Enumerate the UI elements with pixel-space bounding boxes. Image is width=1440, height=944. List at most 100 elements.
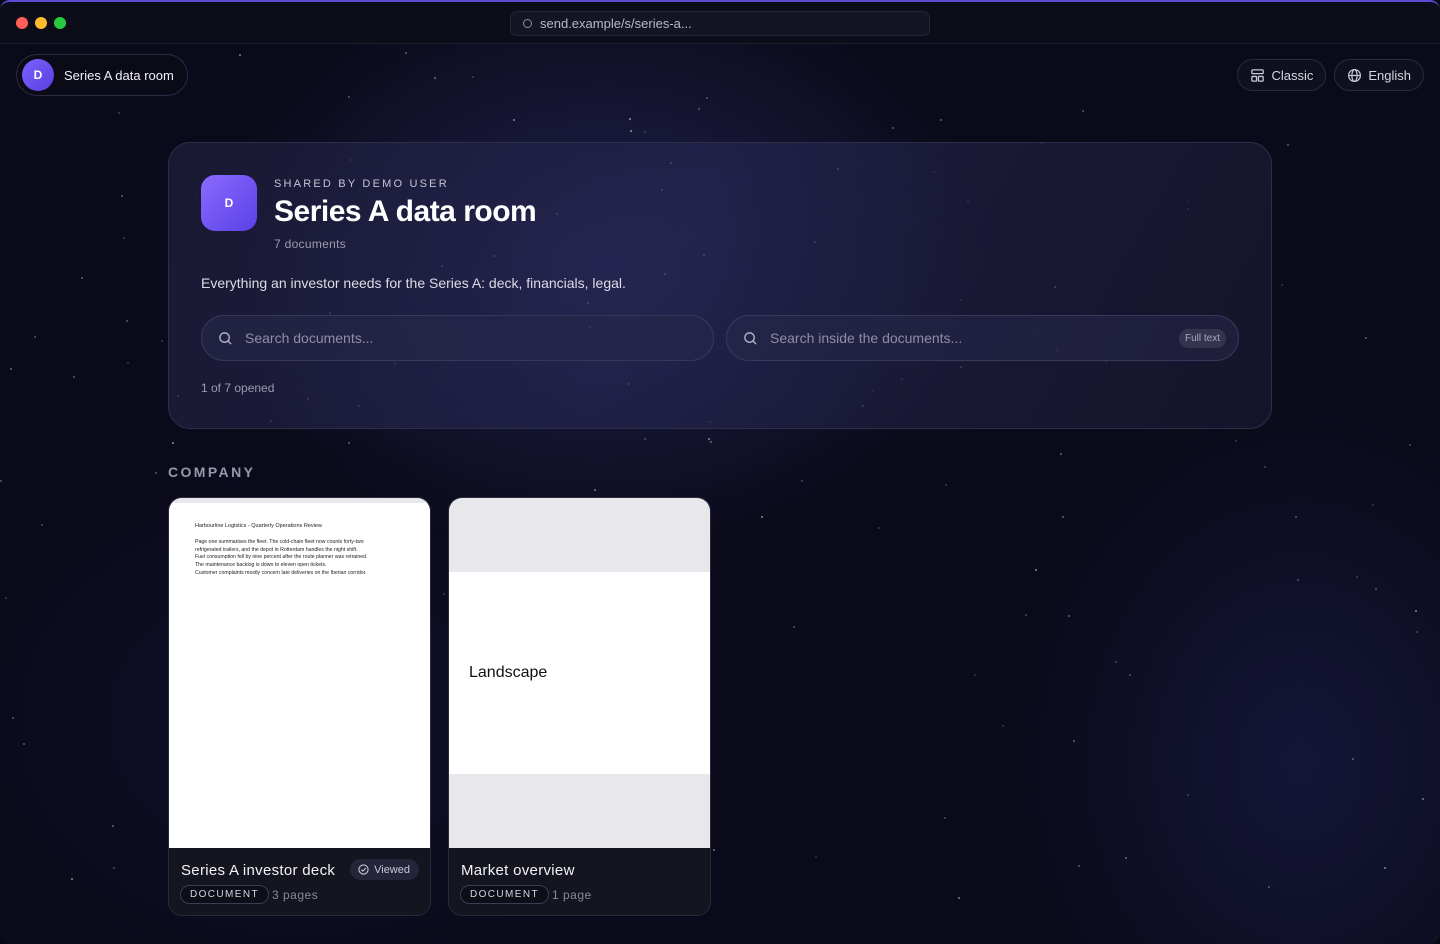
minimize-window-button[interactable] <box>35 17 47 29</box>
star <box>472 76 474 78</box>
star <box>1356 576 1358 578</box>
star <box>945 484 947 486</box>
language-label: English <box>1368 67 1411 83</box>
preview-text: Landscape <box>469 664 548 681</box>
star <box>123 237 125 239</box>
opened-status: 1 of 7 opened <box>201 381 275 395</box>
room-description: Everything an investor needs for the Ser… <box>201 275 626 291</box>
document-count: 7 documents <box>274 237 347 251</box>
star <box>1060 453 1062 455</box>
full-text-search-input[interactable]: Search inside the documents... Full text <box>726 315 1239 361</box>
globe-icon <box>1348 68 1362 82</box>
site-info-icon <box>523 19 532 28</box>
star <box>1235 440 1237 442</box>
document-card[interactable]: Harbourline Logistics - Quarterly Operat… <box>168 497 431 916</box>
check-circle-icon <box>358 864 369 875</box>
star <box>1082 110 1084 112</box>
layout-icon <box>1251 68 1265 82</box>
star <box>815 856 817 858</box>
star <box>1409 444 1411 446</box>
star <box>708 438 710 440</box>
star <box>23 743 25 745</box>
star <box>239 54 241 56</box>
star <box>126 320 128 322</box>
close-window-button[interactable] <box>16 17 28 29</box>
star <box>1129 674 1131 676</box>
star <box>1268 886 1270 888</box>
title-bar: send.example/s/series-a... <box>0 2 1440 44</box>
document-card-footer: Market overview DOCUMENT 1 page <box>449 848 710 915</box>
star <box>127 362 129 364</box>
star <box>513 119 515 121</box>
document-preview: Harbourline Logistics - Quarterly Operat… <box>169 498 430 848</box>
search-placeholder: Search documents... <box>245 330 374 346</box>
star <box>1035 569 1037 571</box>
preview-line: Fuel consumption fell by nine percent af… <box>195 554 368 561</box>
star <box>1297 579 1299 581</box>
data-room-header-card: D SHARED BY DEMO USER Series A data room… <box>168 142 1272 429</box>
star <box>793 626 795 628</box>
star <box>1002 725 1004 727</box>
top-actions: Classic English <box>1237 59 1424 91</box>
star <box>113 867 115 869</box>
star <box>1287 144 1289 146</box>
star <box>1187 794 1189 796</box>
language-selector[interactable]: English <box>1334 59 1424 91</box>
document-card-footer: Series A investor deck Viewed DOCUMENT 3… <box>169 848 430 915</box>
star <box>892 127 894 129</box>
star <box>443 593 445 595</box>
full-text-badge: Full text <box>1178 329 1226 348</box>
star <box>878 527 880 529</box>
star <box>41 524 43 526</box>
classic-view-button[interactable]: Classic <box>1237 59 1327 91</box>
preview-page: Harbourline Logistics - Quarterly Operat… <box>195 523 395 578</box>
preview-line: Page one summarises the fleet. The cold-… <box>195 539 364 545</box>
star <box>974 674 976 676</box>
address-bar[interactable]: send.example/s/series-a... <box>510 11 930 36</box>
star <box>5 597 7 599</box>
document-type-badge: DOCUMENT <box>460 885 549 904</box>
star <box>161 340 163 342</box>
star <box>1281 284 1283 286</box>
star <box>644 131 646 133</box>
star <box>1073 740 1075 742</box>
preview-line: Customer complaints mostly concern late … <box>195 569 367 576</box>
star <box>155 472 157 474</box>
star <box>81 277 83 279</box>
data-room-switcher[interactable]: D Series A data room <box>16 54 188 96</box>
star <box>713 849 715 851</box>
room-name: Series A data room <box>64 67 174 83</box>
star <box>944 817 946 819</box>
star <box>1062 516 1064 518</box>
star <box>112 825 114 827</box>
star <box>940 119 942 121</box>
star <box>34 336 36 338</box>
star <box>594 489 596 491</box>
star <box>1422 798 1424 800</box>
document-card[interactable]: Landscape Market overview DOCUMENT 1 pag… <box>448 497 711 916</box>
full-text-placeholder: Search inside the documents... <box>770 330 963 346</box>
page-count: 3 pages <box>272 888 319 902</box>
document-title: Market overview <box>461 862 575 879</box>
star <box>630 130 632 132</box>
star <box>348 96 350 98</box>
viewed-label: Viewed <box>374 863 410 876</box>
star <box>1125 857 1127 859</box>
url-text: send.example/s/series-a... <box>540 16 692 31</box>
document-title: Series A investor deck <box>181 862 336 879</box>
star <box>1375 588 1377 590</box>
search-documents-input[interactable]: Search documents... <box>201 315 714 361</box>
maximize-window-button[interactable] <box>54 17 66 29</box>
viewed-badge: Viewed <box>350 859 419 880</box>
star <box>1384 867 1386 869</box>
star <box>118 112 120 114</box>
preview-line: refrigerated trailers, and the depot in … <box>195 546 358 553</box>
star <box>1078 865 1080 867</box>
star <box>121 195 123 197</box>
star <box>958 897 960 899</box>
star <box>698 108 700 110</box>
star <box>0 480 2 482</box>
star <box>434 77 436 79</box>
section-heading-company: COMPANY <box>168 464 256 480</box>
star <box>1416 631 1418 633</box>
